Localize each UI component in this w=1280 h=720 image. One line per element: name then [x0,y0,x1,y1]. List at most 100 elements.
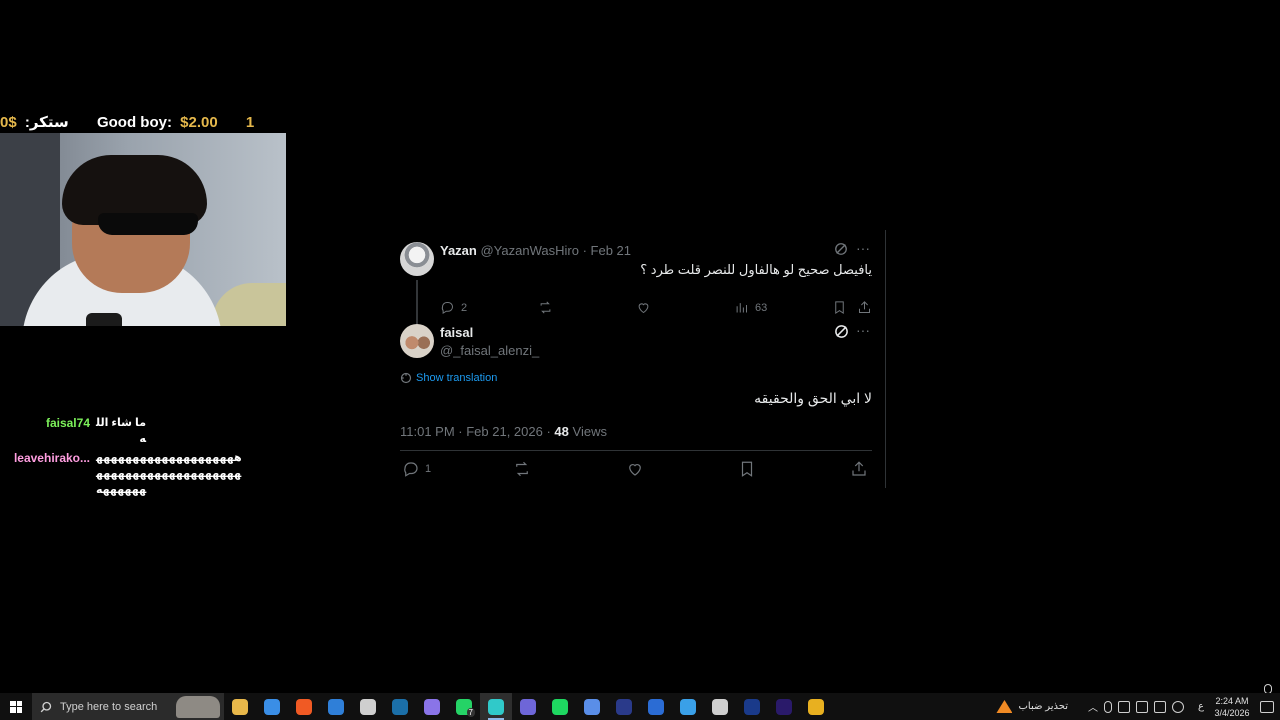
views-button[interactable]: 63 [734,300,767,315]
microphone [86,313,122,326]
chat-username: leavehirako... [13,451,90,465]
chat-message: leavehirako... ههههههههههههههههههههههههه… [0,449,260,498]
mail-icon [328,698,344,715]
avatar[interactable] [400,324,434,358]
input-language[interactable]: ع [1198,701,1204,712]
ticker-amount: $2.00 [180,114,218,131]
taskbar-app-word[interactable] [640,693,672,720]
taskbar-app-whatsapp[interactable]: 7 [448,693,480,720]
chat-text: هههههههههههههههههههههههههههههههههههههههه… [96,452,242,496]
heart-icon [638,303,649,314]
taskbar-app-obs[interactable] [704,693,736,720]
separator: · [582,243,587,258]
bookmark-icon [835,301,844,315]
windows-logo-icon [10,700,22,713]
grok-icon[interactable] [834,242,848,259]
tweet-actions: 1 [400,460,872,480]
reply-button[interactable]: 2 [440,300,467,315]
taskbar-search[interactable]: Type here to search [32,693,224,720]
avatar[interactable] [400,242,434,276]
tweet-actions: 2 63 [440,300,872,318]
microphone-icon[interactable] [1104,700,1113,713]
more-options-icon[interactable]: ··· [856,322,870,338]
share-icon [852,461,866,476]
repost-button[interactable] [513,460,531,478]
like-button[interactable] [626,460,644,478]
taskbar-app-tiktok-studio[interactable] [480,693,512,720]
reply-count: 2 [461,301,468,314]
window-app-icon [680,698,696,715]
author-name[interactable]: Yazan [440,243,477,258]
taskbar-app-game-badge[interactable] [800,693,832,720]
tweet-thread: Yazan @YazanWasHiro · Feb 21 ··· يافيصل … [390,230,886,488]
weather-text[interactable]: تحذير ضباب [1018,701,1068,712]
repost-icon [516,461,528,477]
taskbar-app-premiere-pro[interactable] [768,693,800,720]
taskbar-app-mail[interactable] [320,693,352,720]
more-options-icon[interactable]: ··· [856,240,870,256]
taskbar-app-fresco[interactable] [736,693,768,720]
file-explorer-icon [232,698,248,715]
taskbar-app-steam-alt[interactable] [352,693,384,720]
search-highlight-image [176,696,220,718]
views-label: Views [572,424,607,439]
reply-icon [441,302,453,315]
bookmark-icon [741,461,753,477]
grok-icon[interactable] [834,324,849,342]
reply-count: 1 [425,463,432,475]
author-handle[interactable]: @YazanWasHiro [480,243,578,258]
like-button[interactable] [636,300,651,315]
taskbar-app-file-explorer[interactable] [224,693,256,720]
tweet-text: يافيصل صحيح لو هالفاول للنصر قلت طرد ؟ [640,262,872,277]
repost-button[interactable] [538,300,553,315]
donation-ticker: 0$ ستكر: Good boy: $2.00 1 [0,112,258,134]
game-badge-icon [808,698,824,715]
search-placeholder: Type here to search [60,700,158,713]
taskbar-app-game-app[interactable] [512,693,544,720]
notifications-icon[interactable] [1260,700,1274,713]
search-icon [40,701,52,712]
streamer-sunglasses [98,213,198,235]
tweet-timestamp[interactable]: 11:01 PM · Feb 21, 2026 · [400,424,551,439]
taskbar-app-microsoft-store[interactable] [256,693,288,720]
obs-icon [712,698,728,715]
share-button[interactable] [857,300,872,315]
taskbar-app-terminal[interactable] [608,693,640,720]
taskbar-app-brave-browser[interactable] [288,693,320,720]
volume-icon[interactable] [1154,700,1167,713]
author-name[interactable]: faisal [440,324,473,342]
bookmark-button[interactable] [738,460,756,478]
webcam-feed [0,133,286,326]
taskbar-app-spotify[interactable] [544,693,576,720]
clock-date: 3/4/2026 [1214,707,1250,718]
show-hidden-icons-chevron-icon[interactable]: ︿ [1088,699,1098,714]
author-handle[interactable]: @_faisal_alenzi_ [440,342,539,360]
divider [400,450,872,451]
network-icon[interactable] [1118,700,1131,713]
pen-icon[interactable] [1172,700,1185,713]
show-translation-link[interactable]: Show translation [400,372,497,384]
taskbar-app-steam[interactable] [384,693,416,720]
reply-icon [404,462,418,477]
spotify-icon [552,698,568,715]
taskbar-app-discord[interactable] [416,693,448,720]
bookmark-button[interactable] [832,300,847,315]
weather-warning-icon[interactable] [996,700,1013,713]
brave-browser-icon [296,698,312,715]
fresco-icon [744,698,760,715]
windows-taskbar: Type here to search 7 تحذير ضباب ︿ ع 2:2… [0,693,1280,720]
notification-badge: 7 [466,708,475,717]
display-icon[interactable] [1136,700,1149,713]
ticker-label: ستكر: [24,114,69,131]
taskbar-app-vpn[interactable] [576,693,608,720]
share-icon [859,301,870,313]
system-tray: تحذير ضباب ︿ ع 2:24 AM 3/4/2026 [996,693,1280,720]
reply-button[interactable]: 1 [402,460,431,478]
tweet-date[interactable]: Feb 21 [591,243,631,258]
share-button[interactable] [850,460,868,478]
heart-icon [629,464,641,476]
clock[interactable]: 2:24 AM 3/4/2026 [1210,695,1254,719]
taskbar-app-window-app[interactable] [672,693,704,720]
tweet-header: Yazan @YazanWasHiro · Feb 21 [440,242,631,260]
start-button[interactable] [0,693,32,720]
